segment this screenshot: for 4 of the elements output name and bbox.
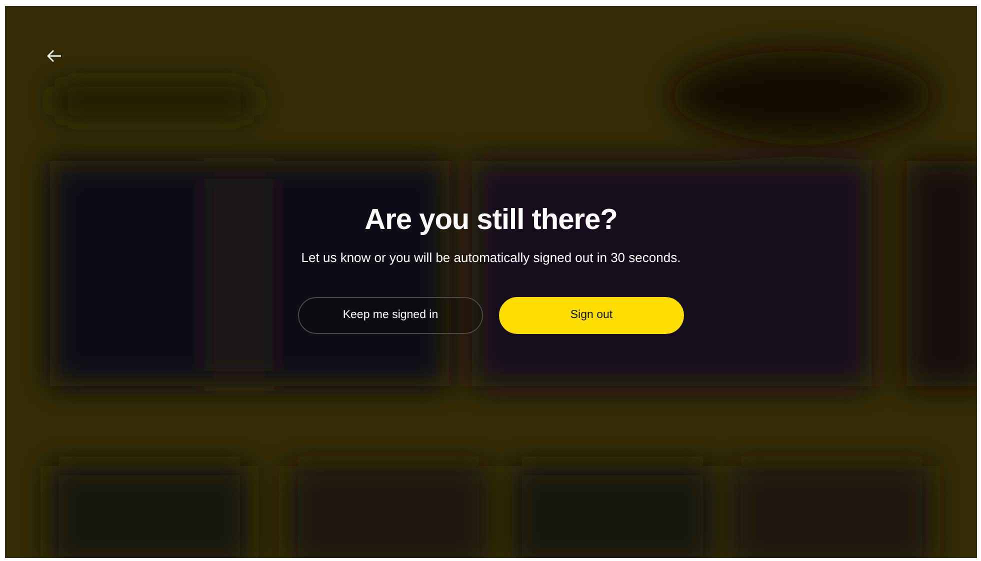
keep-signed-in-button[interactable]: Keep me signed in (298, 296, 483, 334)
sign-out-button[interactable]: Sign out (499, 296, 684, 334)
dialog-message: Let us know or you will be automatically signed out in 30 seconds. (301, 249, 681, 268)
dialog-title: Are you still there? (364, 203, 618, 238)
